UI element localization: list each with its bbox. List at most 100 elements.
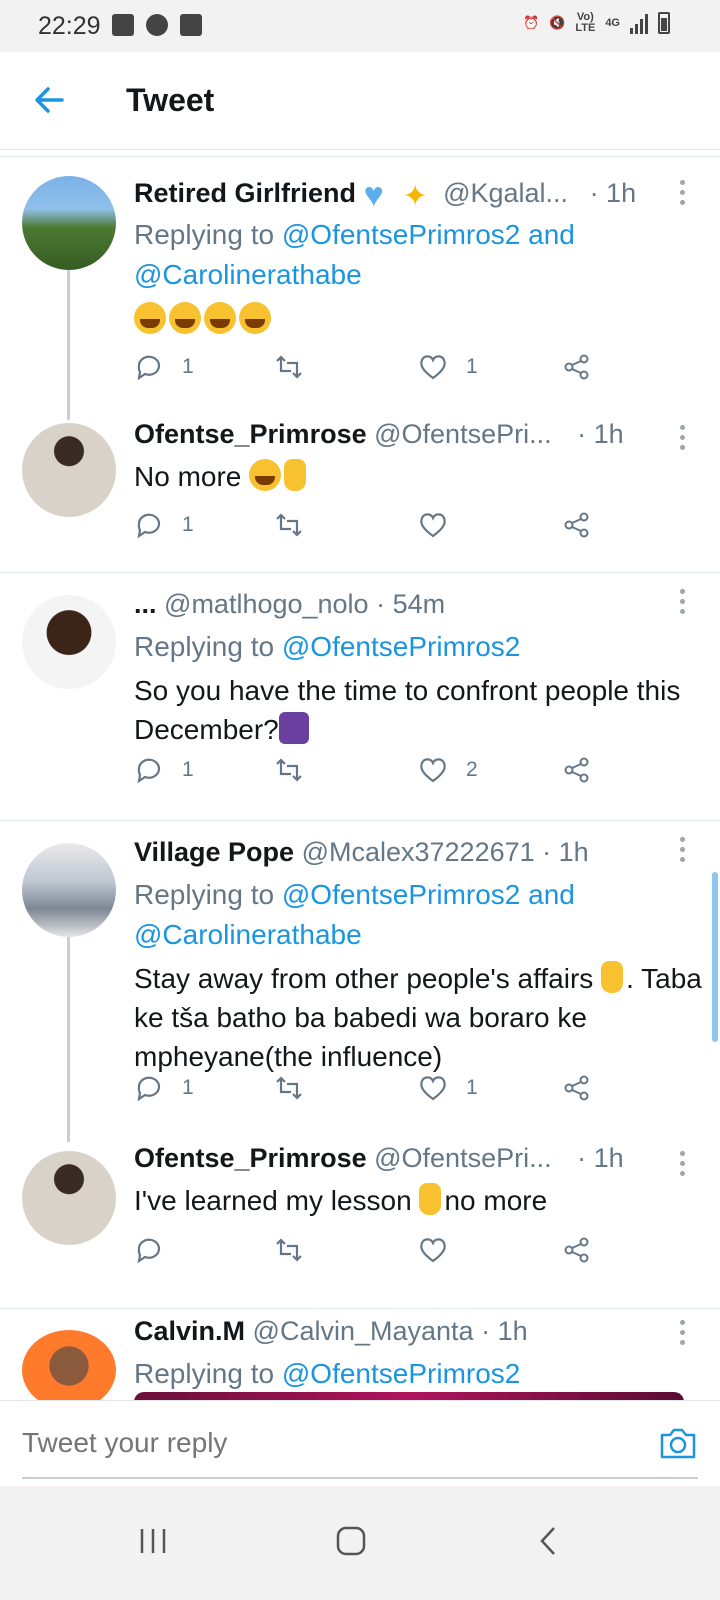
retweet-icon [276, 513, 302, 537]
more-options-icon[interactable] [680, 589, 686, 615]
replying-to: Replying to @OfentsePrimros2 and @Caroli… [134, 879, 575, 950]
more-options-icon[interactable] [680, 837, 686, 863]
display-name[interactable]: Retired Girlfriend [134, 178, 356, 208]
retweet-button[interactable] [274, 352, 322, 382]
display-name[interactable]: Ofentse_Primrose [134, 1143, 367, 1173]
tweet-actions: 1 [134, 510, 614, 550]
heart-icon [420, 513, 446, 538]
more-options-icon[interactable] [680, 425, 686, 451]
tweet-header: Retired Girlfriend ♥ ✦ @Kgalal... · 1h [134, 176, 637, 214]
system-nav-bar [0, 1486, 720, 1600]
status-time: 22:29 [38, 12, 101, 40]
face-with-tears-of-joy-icon [204, 302, 236, 334]
like-count: 1 [466, 355, 478, 378]
back-arrow-icon[interactable] [32, 80, 68, 120]
avatar[interactable] [22, 423, 116, 517]
avatar[interactable] [22, 176, 116, 270]
like-button[interactable] [418, 1235, 448, 1265]
user-handle[interactable]: @Calvin_Mayanta [253, 1316, 474, 1346]
tweet-item[interactable]: Ofentse_Primrose @OfentsePri... · 1h I'v… [0, 1143, 720, 1308]
share-button[interactable] [562, 510, 592, 540]
user-handle[interactable]: @OfentsePri... [374, 1143, 551, 1173]
display-name[interactable]: Village Pope [134, 837, 294, 867]
tweet-body: So you have the time to confront people … [134, 675, 681, 745]
share-icon [564, 512, 589, 538]
tweet-item[interactable]: Village Pope @Mcalex37222671 · 1h Replyi… [0, 823, 720, 1143]
like-button[interactable]: 2 [418, 755, 478, 785]
face-with-tears-of-joy-icon [169, 302, 201, 334]
tweet-time: · 1h [481, 1316, 528, 1346]
like-button[interactable]: 1 [418, 352, 478, 382]
retweet-button[interactable] [274, 510, 304, 540]
mention-link[interactable]: @OfentsePrimros2 and [282, 879, 575, 910]
retweet-icon [276, 1076, 302, 1100]
reply-input[interactable] [22, 1427, 582, 1459]
retweet-button[interactable] [274, 755, 304, 785]
notification-icons [112, 14, 202, 36]
mention-link[interactable]: @Carolinerathabe [134, 919, 362, 950]
heart-icon [420, 355, 446, 380]
retweet-button[interactable] [274, 1073, 304, 1103]
tweet-item[interactable]: Ofentse_Primrose @OfentsePri... · 1h No … [0, 415, 720, 575]
crossed-fingers-icon [601, 961, 624, 993]
scrollbar[interactable] [712, 872, 718, 1042]
user-handle[interactable]: @Kgalal... [443, 178, 568, 208]
tweet-item[interactable]: ... @matlhogo_nolo · 54m Replying to @Of… [0, 575, 720, 820]
avatar[interactable] [22, 1151, 116, 1245]
mute-icon: 🔇 [549, 15, 566, 30]
mention-link[interactable]: @OfentsePrimros2 [282, 1358, 521, 1389]
display-name[interactable]: Calvin.M [134, 1316, 245, 1346]
camera-icon[interactable] [658, 1425, 698, 1461]
retweet-button[interactable] [274, 1235, 304, 1265]
more-options-icon[interactable] [680, 1320, 686, 1346]
more-options-icon[interactable] [680, 1151, 686, 1177]
tweet-header: Village Pope @Mcalex37222671 · 1h [134, 837, 589, 868]
face-with-tears-of-joy-icon [134, 302, 166, 334]
divider [0, 1308, 720, 1309]
thread-line [67, 270, 70, 420]
tweet-actions: 1 1 [134, 352, 614, 392]
system-icons: ⏰ 🔇 Vo) LTE 4G [523, 12, 670, 34]
tweet-time: · 1h [589, 178, 637, 208]
reply-button[interactable]: 1 [134, 1073, 194, 1103]
recent-apps-icon[interactable] [128, 1516, 178, 1566]
display-name[interactable]: ... [134, 589, 157, 619]
heart-icon [420, 758, 446, 783]
share-button[interactable] [562, 755, 592, 785]
avatar[interactable] [22, 843, 116, 937]
avatar[interactable] [22, 1330, 116, 1410]
share-button[interactable] [562, 352, 592, 382]
share-button[interactable] [562, 1073, 592, 1103]
retweet-icon [276, 758, 302, 782]
home-icon[interactable] [326, 1516, 376, 1566]
top-app-bar: Tweet [0, 52, 720, 150]
reply-button[interactable]: 1 [134, 510, 194, 540]
like-button[interactable]: 1 [418, 1073, 478, 1103]
tweet-header: Ofentse_Primrose @OfentsePri... · 1h [134, 1143, 624, 1174]
like-button[interactable] [418, 510, 448, 540]
mention-link[interactable]: @Carolinerathabe [134, 259, 362, 290]
user-handle[interactable]: @Mcalex37222671 [302, 837, 535, 867]
tweet-item[interactable]: Retired Girlfriend ♥ ✦ @Kgalal... · 1h Re… [0, 160, 720, 420]
tweet-time: · 1h [542, 837, 589, 867]
reply-icon [137, 1238, 161, 1264]
like-count: 1 [466, 1076, 478, 1099]
user-handle[interactable]: @OfentsePri... [374, 419, 551, 449]
display-name[interactable]: Ofentse_Primrose [134, 419, 367, 449]
reply-button[interactable]: 1 [134, 352, 194, 382]
more-options-icon[interactable] [680, 180, 686, 206]
share-button[interactable] [562, 1235, 592, 1265]
tweet-item[interactable]: Calvin.M @Calvin_Mayanta · 1h Replying t… [0, 1310, 720, 1410]
user-handle[interactable]: @matlhogo_nolo [164, 589, 369, 619]
crossed-fingers-icon [284, 459, 307, 491]
mention-link[interactable]: @OfentsePrimros2 [282, 631, 521, 662]
back-icon[interactable] [524, 1516, 574, 1566]
avatar[interactable] [22, 595, 116, 689]
retweet-icon [276, 1238, 302, 1262]
reply-button[interactable]: 1 [134, 755, 194, 785]
reply-count: 1 [182, 1076, 194, 1099]
reply-button[interactable] [134, 1235, 164, 1265]
tweet-header: ... @matlhogo_nolo · 54m [134, 589, 445, 620]
mention-link[interactable]: @OfentsePrimros2 and [282, 219, 575, 250]
reply-icon [137, 355, 161, 381]
